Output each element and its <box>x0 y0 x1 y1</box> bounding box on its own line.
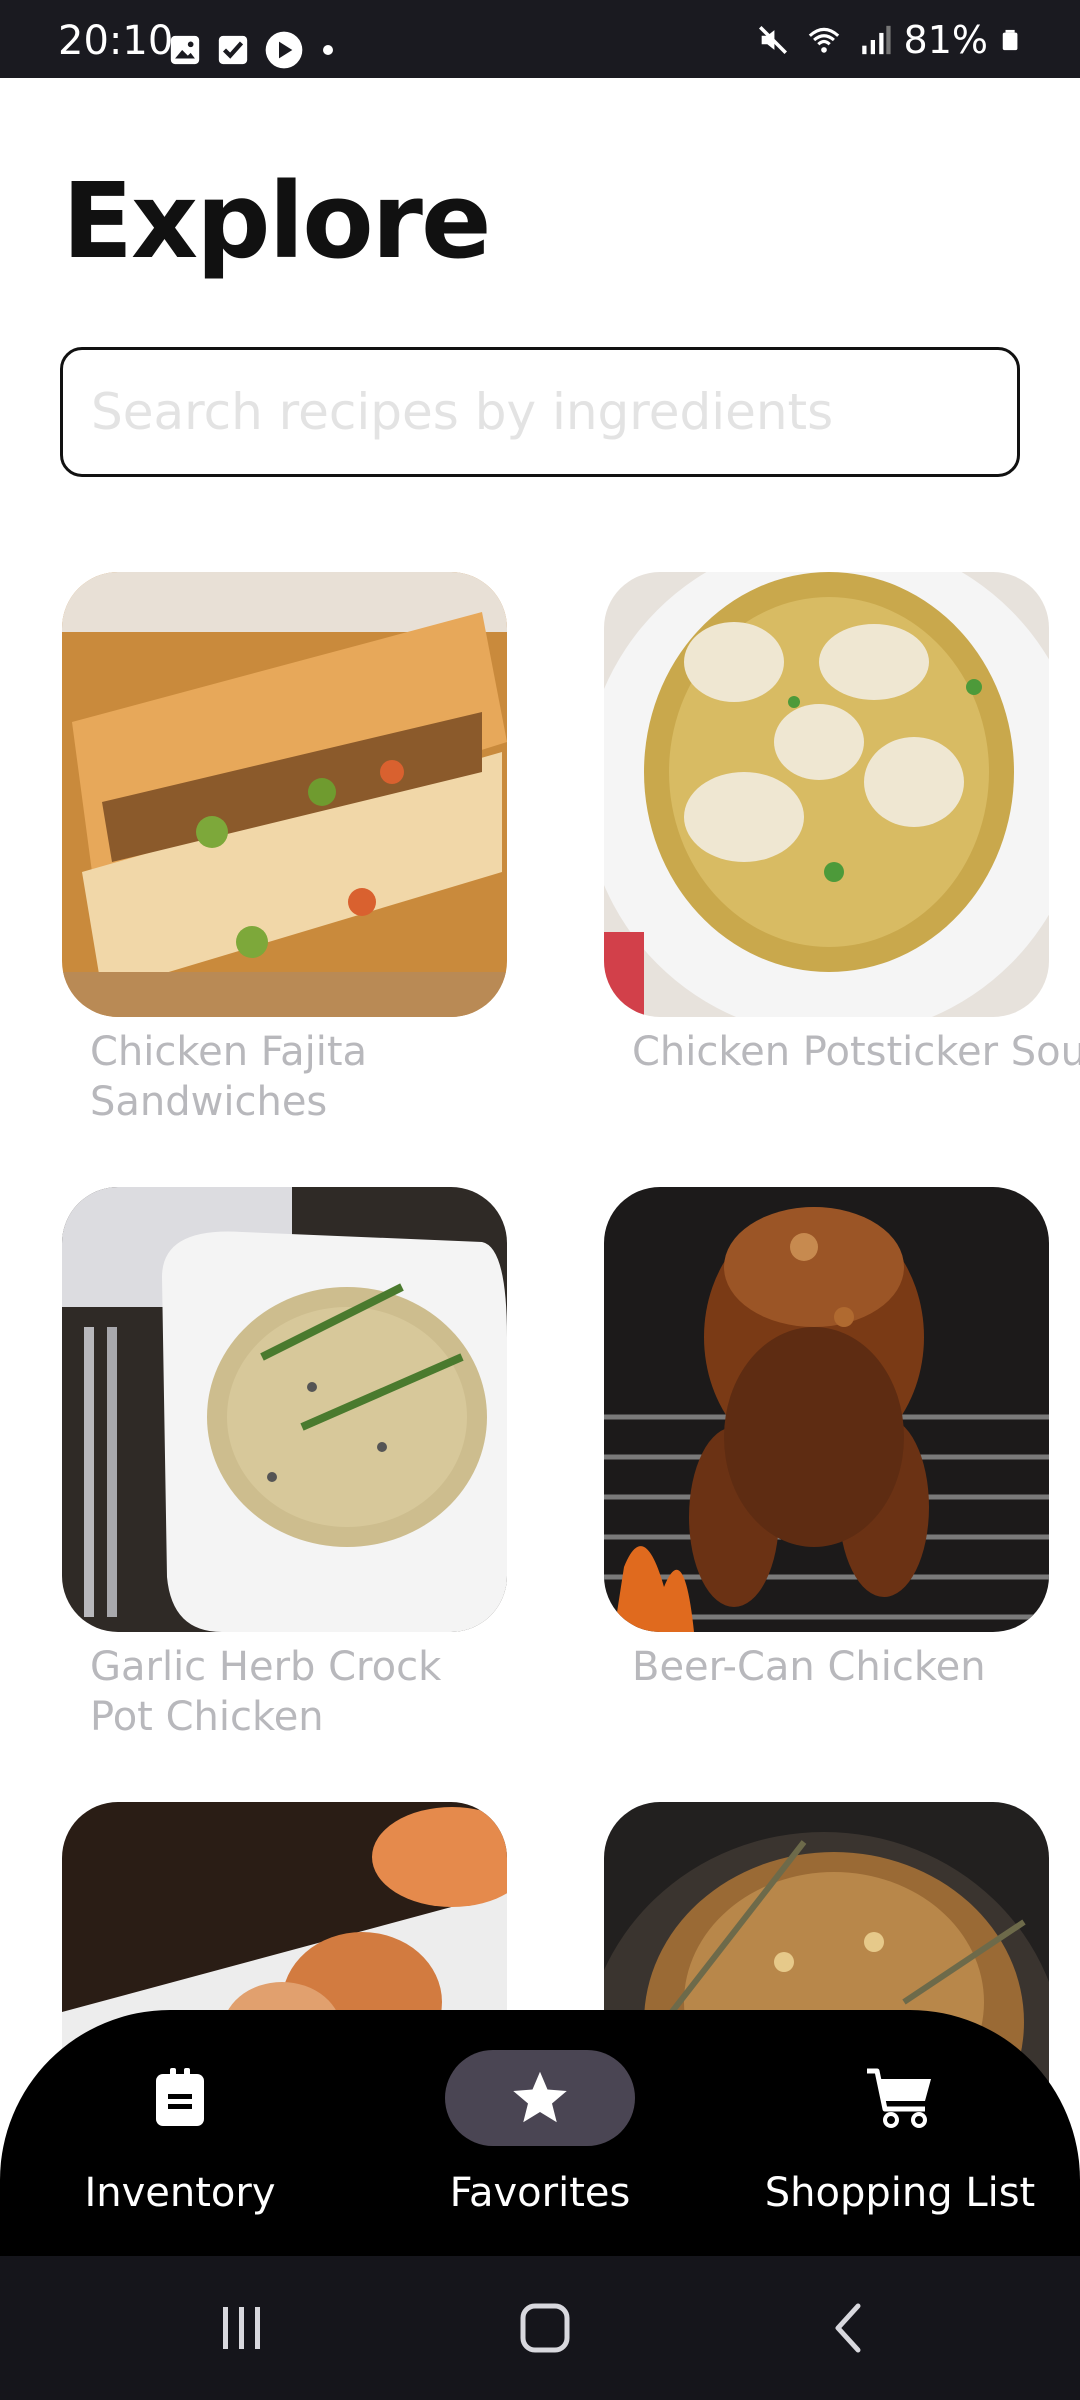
back-button[interactable] <box>803 2286 893 2370</box>
recipe-title: Chicken Fajita Sandwiches <box>90 1029 368 1125</box>
nav-label-inventory: Inventory <box>84 2170 276 2216</box>
checkbox-icon <box>218 35 248 65</box>
recipe-image <box>604 1187 1049 1632</box>
recipe-title: Chicken Potsticker Soup <box>632 1029 1080 1075</box>
recipe-image <box>62 572 507 1017</box>
star-icon <box>513 2071 567 2123</box>
signal-icon <box>861 25 891 55</box>
recipe-title: Beer-Can Chicken <box>632 1644 986 1690</box>
home-button[interactable] <box>500 2286 590 2370</box>
nav-item-favorites[interactable]: Favorites <box>390 2010 690 2256</box>
system-navigation-bar <box>0 2256 1080 2400</box>
nav-label-shopping-list: Shopping List <box>764 2170 1036 2216</box>
wifi-icon <box>808 27 839 53</box>
search-box[interactable] <box>60 347 1020 477</box>
nav-label-favorites: Favorites <box>449 2170 631 2216</box>
nav-item-shopping-list[interactable]: Shopping List <box>740 2010 1060 2256</box>
play-icon <box>265 31 303 69</box>
battery-icon <box>1002 29 1018 51</box>
recents-button[interactable] <box>197 2286 287 2370</box>
dot-icon <box>323 45 333 55</box>
status-time: 20:10 <box>58 18 174 64</box>
mute-icon <box>758 25 787 55</box>
page-title: Explore <box>62 160 491 282</box>
recipe-title: Garlic Herb Crock Pot Chicken <box>90 1644 442 1740</box>
recipe-card[interactable]: Chicken Fajita Sandwiches <box>62 572 507 1125</box>
cart-icon <box>867 2068 931 2128</box>
recipe-card[interactable]: Beer-Can Chicken <box>604 1187 1049 1690</box>
recipe-image <box>604 572 1049 1017</box>
recents-icon <box>223 2307 260 2349</box>
back-icon <box>835 2303 861 2353</box>
clipboard-icon <box>156 2068 204 2126</box>
recipe-image <box>62 1187 507 1632</box>
home-icon <box>520 2303 570 2353</box>
recipe-card[interactable]: Chicken Potsticker Soup <box>604 572 1080 1075</box>
search-input[interactable] <box>63 350 1017 474</box>
status-bar: 20:10 81% <box>0 0 1080 78</box>
bottom-navigation: Inventory Favorites Shopping List <box>0 2010 1080 2256</box>
recipe-card[interactable]: Garlic Herb Crock Pot Chicken <box>62 1187 507 1740</box>
nav-item-inventory[interactable]: Inventory <box>30 2010 330 2256</box>
gallery-icon <box>170 35 200 65</box>
battery-percent: 81% <box>903 18 988 62</box>
